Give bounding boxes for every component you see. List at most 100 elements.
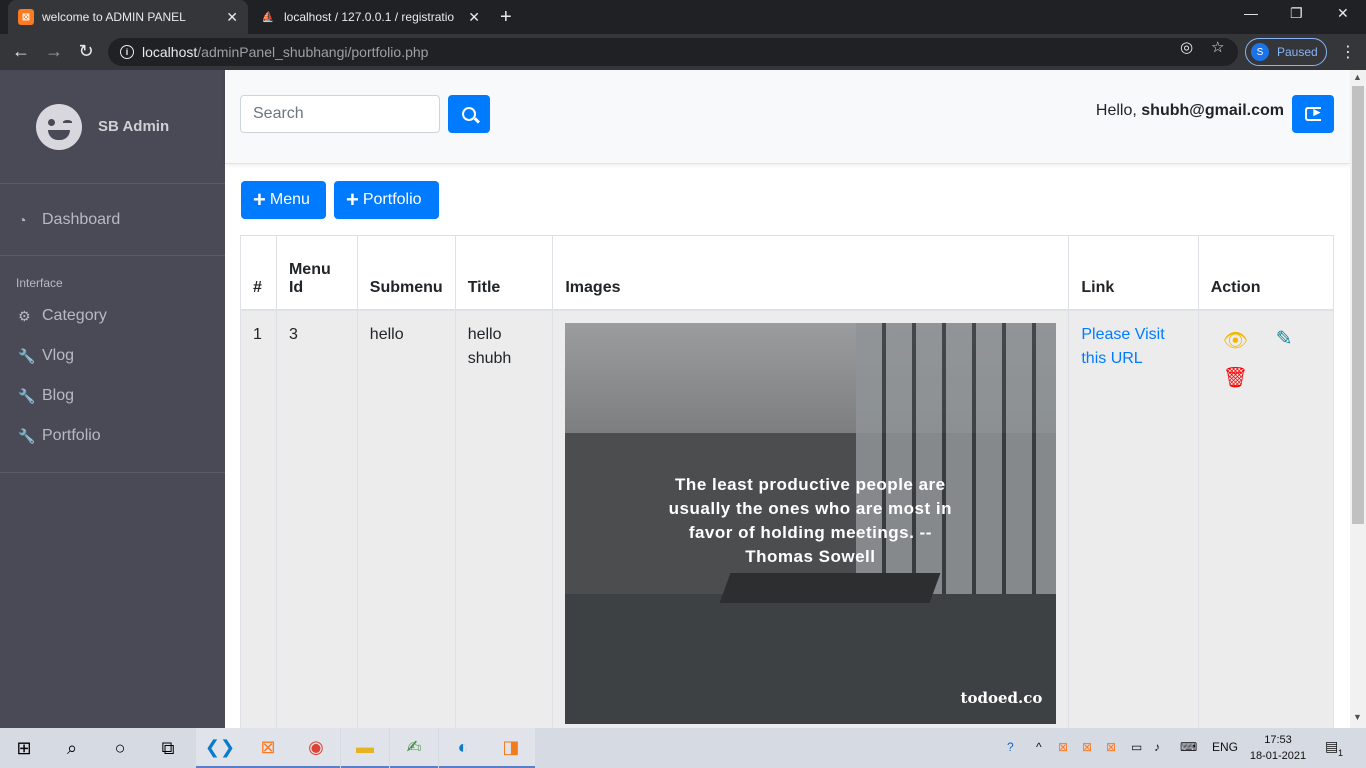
restore-icon[interactable]: ❐ <box>1290 5 1303 22</box>
xampp-tray-icon[interactable]: ⊠ <box>1082 740 1092 754</box>
help-icon[interactable]: ? <box>1007 740 1014 754</box>
network-icon[interactable]: ▭ <box>1131 740 1142 754</box>
windows-taskbar: ⊞ ⌕ ○ ⧉ ❮❯ ⊠ ◉ ▬ ✍ ◐ ◨ ? ^ ⊠ ⊠ ⊠ ▭ ♪ ⌨ E… <box>0 728 1366 768</box>
edge-icon[interactable]: ◐ <box>439 728 487 768</box>
cell-image: The least productive people are usually … <box>552 309 1070 740</box>
visit-url-link[interactable]: Please Visit this URL <box>1081 326 1164 367</box>
chrome-icon[interactable]: ◉ <box>292 728 340 768</box>
windows-start-icon[interactable]: ⊞ <box>0 728 48 768</box>
search-button[interactable] <box>448 95 490 133</box>
notification-center-icon[interactable]: ▤ <box>1325 738 1338 755</box>
site-info-icon[interactable]: i <box>120 45 134 59</box>
brand-name: SB Admin <box>98 118 170 135</box>
task-view-icon[interactable]: ⧉ <box>144 728 192 768</box>
add-portfolio-button[interactable]: + Portfolio <box>334 181 439 219</box>
clock-date: 18-01-2021 <box>1249 750 1307 762</box>
vscode-icon[interactable]: ❮❯ <box>196 728 244 768</box>
cell-title: hello shubh <box>454 309 554 740</box>
sidebar-item-label: Category <box>42 307 107 324</box>
forward-icon[interactable]: → <box>43 41 65 62</box>
phpmyadmin-favicon-icon: ⛵ <box>261 11 275 23</box>
volume-icon[interactable]: ♪ <box>1154 740 1160 754</box>
sidebar-item-portfolio[interactable]: 🔧 Portfolio <box>0 416 225 456</box>
xampp-tray-icon[interactable]: ⊠ <box>1106 740 1116 754</box>
file-explorer-icon[interactable]: ▬ <box>341 728 389 768</box>
add-menu-button[interactable]: + Menu <box>241 181 326 219</box>
taskbar-clock[interactable]: 17:53 18-01-2021 <box>1246 732 1310 764</box>
notepad-icon[interactable]: ✍ <box>390 728 438 768</box>
sidebar-item-dashboard[interactable]: ◔ Dashboard <box>0 184 225 256</box>
portfolio-table: # Menu Id Submenu Title Images Link Acti… <box>240 235 1335 740</box>
greeting-prefix: Hello, <box>1095 102 1137 119</box>
scrollbar-thumb[interactable] <box>1352 86 1364 524</box>
search-icon[interactable]: ⌕ <box>48 728 96 768</box>
sidebar-item-blog[interactable]: 🔧 Blog <box>0 376 225 416</box>
delete-trash-icon[interactable]: 🗑 <box>1223 366 1248 390</box>
new-tab-icon[interactable]: + <box>500 6 512 29</box>
cell-menu-id: 3 <box>275 309 358 740</box>
sidebar-item-vlog[interactable]: 🔧 Vlog <box>0 336 225 376</box>
edit-pencil-icon[interactable]: ✎ <box>1276 327 1293 351</box>
sidebar-heading: Interface <box>16 276 63 290</box>
sidebar-item-label: Portfolio <box>42 427 101 444</box>
scroll-down-icon[interactable]: ▼ <box>1353 712 1362 722</box>
wrench-icon: 🔧 <box>18 427 36 444</box>
image-watermark: todoed.co <box>960 688 1043 707</box>
col-header: Submenu <box>356 235 456 311</box>
add-portfolio-label: Portfolio <box>362 191 422 208</box>
browser-menu-icon[interactable]: ⋮ <box>1340 42 1356 62</box>
language-indicator[interactable]: ENG <box>1212 740 1238 754</box>
user-greeting: Hello, shubh@gmail.com <box>1096 102 1284 120</box>
scroll-up-icon[interactable]: ▲ <box>1353 72 1362 82</box>
eye-off-icon[interactable]: ◎ <box>1180 38 1193 56</box>
tab-phpmyadmin[interactable]: ⛵ localhost / 127.0.0.1 / registratio ✕ <box>250 0 490 34</box>
xampp-tray-icon[interactable]: ⊠ <box>1058 740 1068 754</box>
tab-close-icon[interactable]: ✕ <box>468 9 480 26</box>
col-header: Link <box>1068 235 1199 311</box>
tab-admin-panel[interactable]: ⊠ welcome to ADMIN PANEL ✕ <box>8 0 248 34</box>
user-email: shubh@gmail.com <box>1141 102 1284 119</box>
profile-button[interactable]: S Paused <box>1245 38 1327 66</box>
add-menu-label: Menu <box>269 191 310 208</box>
col-header: # <box>240 235 277 311</box>
wink-face-icon <box>36 103 82 150</box>
col-header: Images <box>552 235 1070 311</box>
col-header: Action <box>1197 235 1335 311</box>
keyboard-icon[interactable]: ⌨ <box>1180 740 1197 754</box>
cortana-circle-icon[interactable]: ○ <box>96 728 144 768</box>
plus-icon: + <box>253 187 266 212</box>
col-header: Title <box>454 235 554 311</box>
portfolio-image: The least productive people are usually … <box>565 322 1057 724</box>
browser-tab-bar: ⊠ welcome to ADMIN PANEL ✕ ⛵ localhost /… <box>0 0 1366 34</box>
show-hidden-icons-icon[interactable]: ^ <box>1036 740 1042 754</box>
minimize-icon[interactable]: — <box>1244 5 1258 21</box>
view-eye-icon[interactable]: 👁 <box>1223 329 1248 353</box>
reload-icon[interactable]: ↻ <box>75 41 97 62</box>
dashboard-gauge-icon: ◔ <box>18 211 27 228</box>
wrench-icon: 🔧 <box>18 387 36 404</box>
sidebar-item-category[interactable]: ⚙ Category <box>0 296 225 336</box>
pdf-app-icon[interactable]: ◨ <box>487 728 535 768</box>
window-close-icon[interactable]: ✕ <box>1337 5 1349 22</box>
back-icon[interactable]: ← <box>10 41 32 62</box>
search-input[interactable] <box>240 95 440 133</box>
url-path: /adminPanel_shubhangi/portfolio.php <box>197 44 429 60</box>
sidebar-brand[interactable]: SB Admin <box>0 70 225 184</box>
gear-icon: ⚙ <box>18 307 31 324</box>
profile-status: Paused <box>1277 45 1318 59</box>
logout-button[interactable] <box>1292 95 1334 133</box>
tab-title: localhost / 127.0.0.1 / registratio <box>284 10 455 24</box>
url-input[interactable]: i localhost/adminPanel_shubhangi/portfol… <box>108 38 1238 66</box>
xampp-icon[interactable]: ⊠ <box>244 728 292 768</box>
url-host: localhost <box>142 44 198 60</box>
table-row: 1 3 hello hello shubh The least producti… <box>240 309 1335 740</box>
notification-count: 1 <box>1338 748 1344 758</box>
bookmark-star-icon[interactable]: ☆ <box>1211 38 1224 56</box>
page-scrollbar[interactable]: ▲ ▼ <box>1350 70 1366 728</box>
cell-submenu: hello <box>356 309 456 740</box>
image-quote: The least productive people are usually … <box>668 474 953 566</box>
plus-icon: + <box>346 187 359 212</box>
sidebar-item-label: Dashboard <box>42 210 121 228</box>
sidebar-item-label: Blog <box>42 387 75 404</box>
tab-close-icon[interactable]: ✕ <box>226 9 238 26</box>
